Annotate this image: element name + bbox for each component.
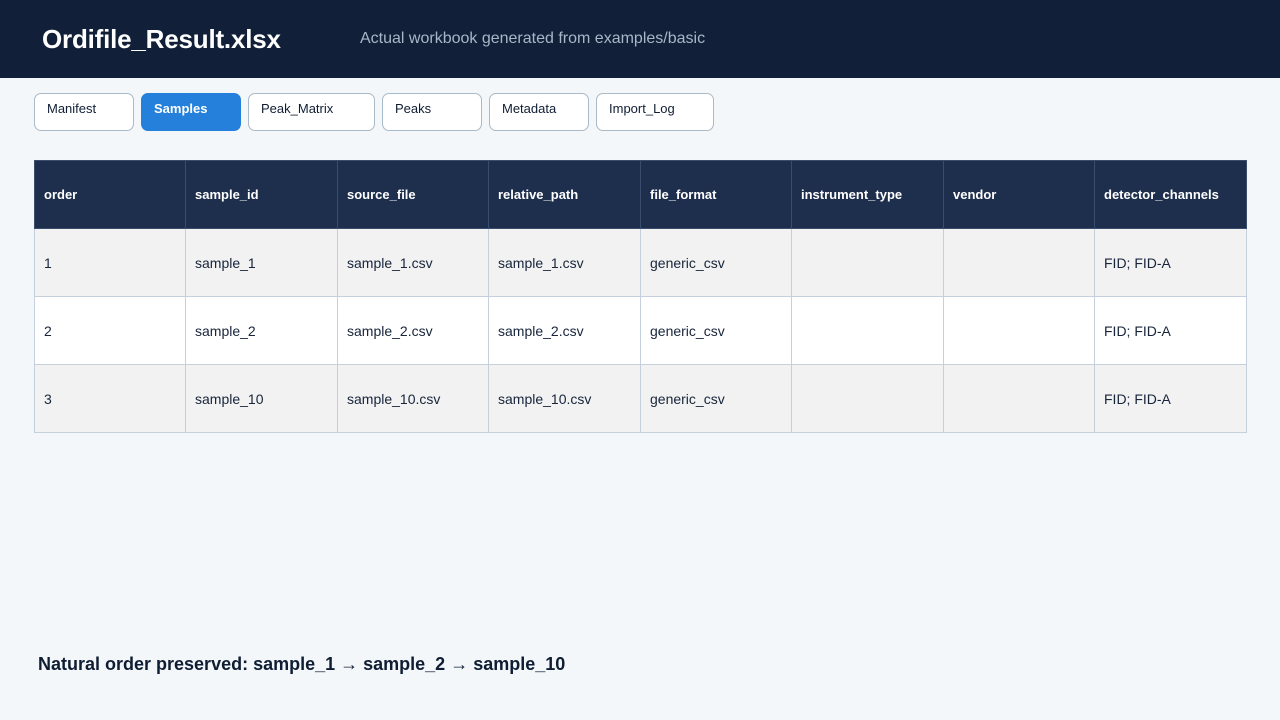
order-note: Natural order preserved: sample_1 → samp… xyxy=(38,654,566,674)
column-header[interactable]: vendor xyxy=(943,160,1095,229)
workbook-title: Ordifile_Result.xlsx xyxy=(42,24,281,54)
table-cell[interactable]: sample_10.csv xyxy=(488,364,641,433)
tab-import-log[interactable]: Import_Log xyxy=(596,93,714,131)
table-cell[interactable]: sample_10 xyxy=(185,364,338,433)
column-header[interactable]: relative_path xyxy=(488,160,641,229)
table-cell[interactable] xyxy=(791,296,944,365)
workbook-subtitle: Actual workbook generated from examples/… xyxy=(360,30,706,47)
table-cell[interactable]: sample_2.csv xyxy=(488,296,641,365)
table-header-row: order sample_id source_file relative_pat… xyxy=(34,160,1247,229)
samples-table: order sample_id source_file relative_pat… xyxy=(34,160,1247,433)
column-header[interactable]: source_file xyxy=(337,160,489,229)
table-cell[interactable]: generic_csv xyxy=(640,296,792,365)
table-cell[interactable]: 1 xyxy=(34,228,186,297)
table-cell[interactable]: sample_1.csv xyxy=(488,228,641,297)
table-row: 1 sample_1 sample_1.csv sample_1.csv gen… xyxy=(34,228,1247,297)
table-cell[interactable]: sample_2 xyxy=(185,296,338,365)
tab-samples[interactable]: Samples xyxy=(141,93,241,131)
table-cell[interactable]: sample_1 xyxy=(185,228,338,297)
column-header[interactable]: order xyxy=(34,160,186,229)
table-cell[interactable]: generic_csv xyxy=(640,364,792,433)
table-cell[interactable] xyxy=(791,228,944,297)
table-cell[interactable]: sample_1.csv xyxy=(337,228,489,297)
tab-peaks[interactable]: Peaks xyxy=(382,93,482,131)
table-cell[interactable] xyxy=(943,364,1095,433)
column-header[interactable]: sample_id xyxy=(185,160,338,229)
header-bar: Ordifile_Result.xlsx Actual workbook gen… xyxy=(0,0,1280,78)
workbook-viewer: Ordifile_Result.xlsx Actual workbook gen… xyxy=(0,0,1280,720)
table-row: 2 sample_2 sample_2.csv sample_2.csv gen… xyxy=(34,296,1247,365)
tab-peak-matrix[interactable]: Peak_Matrix xyxy=(248,93,375,131)
table-cell[interactable]: 2 xyxy=(34,296,186,365)
tab-metadata[interactable]: Metadata xyxy=(489,93,589,131)
table-cell[interactable]: generic_csv xyxy=(640,228,792,297)
table-cell[interactable]: FID; FID-A xyxy=(1094,364,1247,433)
table-cell[interactable]: 3 xyxy=(34,364,186,433)
table-cell[interactable] xyxy=(943,296,1095,365)
column-header[interactable]: instrument_type xyxy=(791,160,944,229)
table-cell[interactable] xyxy=(943,228,1095,297)
table-row: 3 sample_10 sample_10.csv sample_10.csv … xyxy=(34,364,1247,433)
tab-manifest[interactable]: Manifest xyxy=(34,93,134,131)
table-cell[interactable]: FID; FID-A xyxy=(1094,296,1247,365)
table-cell[interactable]: sample_2.csv xyxy=(337,296,489,365)
table-cell[interactable]: FID; FID-A xyxy=(1094,228,1247,297)
column-header[interactable]: detector_channels xyxy=(1094,160,1247,229)
table-cell[interactable] xyxy=(791,364,944,433)
table-cell[interactable]: sample_10.csv xyxy=(337,364,489,433)
column-header[interactable]: file_format xyxy=(640,160,792,229)
